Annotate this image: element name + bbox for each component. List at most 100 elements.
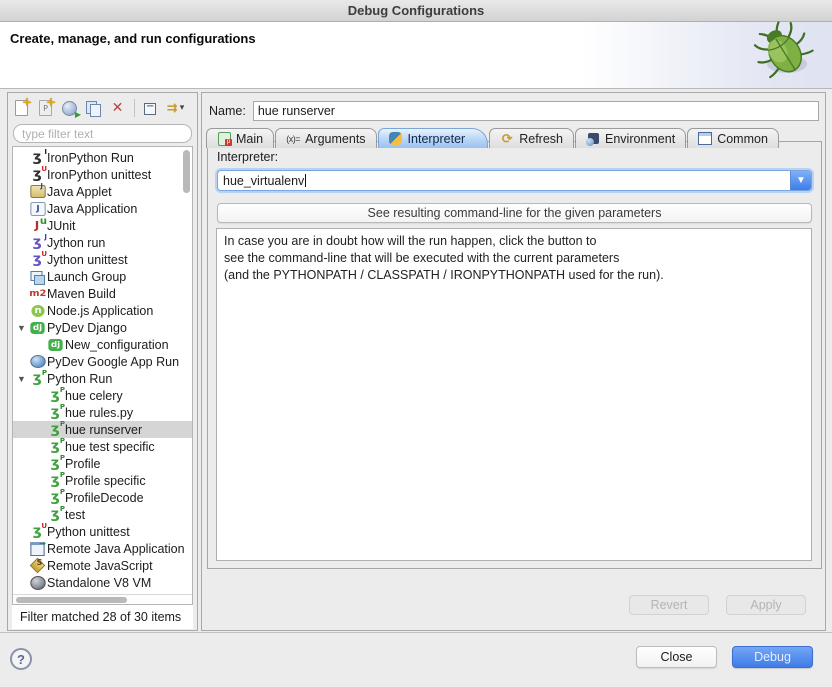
filter-field[interactable] xyxy=(13,124,192,143)
traffic-light-icon[interactable] xyxy=(49,5,61,17)
traffic-light-icon[interactable] xyxy=(29,5,41,17)
tree-item[interactable]: PyDev Google App Run xyxy=(13,353,192,370)
tree-item[interactable]: ProfileDecode xyxy=(13,489,192,506)
ironpython-run-icon xyxy=(30,151,45,165)
window-title: Debug Configurations xyxy=(0,3,832,18)
tree-item[interactable]: PyDev Django xyxy=(13,319,192,336)
scrollbar-thumb[interactable] xyxy=(16,597,127,603)
python-run-icon xyxy=(30,372,45,386)
duplicate-config-icon[interactable] xyxy=(84,99,103,118)
info-line: see the command-line that will be execut… xyxy=(224,250,804,267)
tree-item[interactable]: IronPython Run xyxy=(13,149,192,166)
chevron-down-icon[interactable]: ▼ xyxy=(790,171,811,190)
expand-arrow-icon[interactable] xyxy=(17,323,30,333)
configuration-detail-panel: Name: hue runserver Main Arguments xyxy=(201,92,826,631)
close-button[interactable]: Close xyxy=(636,646,717,668)
tree-item[interactable]: New_configuration xyxy=(13,336,192,353)
tree-item[interactable]: Launch Group xyxy=(13,268,192,285)
nodejs-icon xyxy=(30,304,45,318)
info-line: In case you are in doubt how will the ru… xyxy=(224,233,804,250)
collapse-all-icon[interactable] xyxy=(142,99,161,118)
separator-icon[interactable] xyxy=(134,99,135,117)
config-tree: IronPython Run IronPython unittest Java … xyxy=(13,147,192,591)
jython-unittest-icon xyxy=(30,253,45,267)
tree-item[interactable]: Python unittest xyxy=(13,523,192,540)
remote-java-icon xyxy=(30,542,45,556)
interpreter-combobox[interactable]: hue_virtualenv ▼ xyxy=(217,170,812,191)
revert-button[interactable]: Revert xyxy=(629,595,709,615)
tree-item[interactable]: hue test specific xyxy=(13,438,192,455)
tree-item[interactable]: Node.js Application xyxy=(13,302,192,319)
refresh-tab-icon xyxy=(500,132,514,145)
config-tabs: Main Arguments Interpreter Refresh xyxy=(202,126,825,148)
info-line: (and the PYTHONPATH / CLASSPATH / IRONPY… xyxy=(224,267,804,284)
tree-item[interactable]: Profile xyxy=(13,455,192,472)
v8-icon xyxy=(30,576,45,590)
dialog-footer: ? Close Debug xyxy=(0,632,832,687)
tree-item[interactable]: hue runserver xyxy=(13,421,192,438)
filter-config-icon[interactable] xyxy=(166,99,185,118)
tree-item[interactable]: Remote JavaScript xyxy=(13,557,192,574)
header-banner: Create, manage, and run configurations xyxy=(0,22,832,89)
filter-status: Filter matched 28 of 30 items xyxy=(12,605,193,629)
name-label: Name: xyxy=(209,104,246,118)
remote-js-icon xyxy=(30,559,45,573)
tab[interactable]: Environment xyxy=(575,128,686,148)
tree-item[interactable]: Jython unittest xyxy=(13,251,192,268)
tab[interactable]: Refresh xyxy=(489,128,574,148)
new-prototype-icon[interactable] xyxy=(36,99,55,118)
tree-item[interactable]: hue celery xyxy=(13,387,192,404)
tree-vertical-scrollbar[interactable] xyxy=(183,150,190,193)
command-line-info-text: In case you are in doubt how will the ru… xyxy=(216,228,812,561)
tree-item[interactable]: Maven Build xyxy=(13,285,192,302)
arguments-tab-icon xyxy=(286,132,300,145)
page-title: Create, manage, and run configurations xyxy=(10,31,256,46)
interpreter-value[interactable]: hue_virtualenv xyxy=(218,171,790,190)
tree-item[interactable]: Standalone V8 VM xyxy=(13,574,192,591)
environment-tab-icon xyxy=(586,132,600,145)
traffic-light-icon[interactable] xyxy=(9,5,21,17)
tree-item[interactable]: Python Run xyxy=(13,370,192,387)
tree-item[interactable]: Profile specific xyxy=(13,472,192,489)
apply-button[interactable]: Apply xyxy=(726,595,806,615)
see-command-line-button[interactable]: See resulting command-line for the given… xyxy=(217,203,812,223)
pydev-django-icon xyxy=(30,321,45,335)
interpreter-tab-icon xyxy=(389,132,403,145)
tree-item[interactable]: Jython run xyxy=(13,234,192,251)
tab[interactable]: Common xyxy=(687,128,779,148)
help-button[interactable]: ? xyxy=(10,648,32,670)
filter-input[interactable] xyxy=(22,127,183,141)
debug-button[interactable]: Debug xyxy=(732,646,813,668)
title-bar: Debug Configurations xyxy=(0,0,832,22)
pydev-gae-icon xyxy=(30,355,45,369)
export-config-icon[interactable] xyxy=(60,99,79,118)
tree-horizontal-scrollbar[interactable] xyxy=(13,594,192,604)
java-application-icon xyxy=(30,202,45,216)
config-tree-container: IronPython Run IronPython unittest Java … xyxy=(12,146,193,605)
dialog-content: IronPython Run IronPython unittest Java … xyxy=(0,90,832,632)
delete-config-icon[interactable] xyxy=(108,99,127,118)
tab[interactable]: Interpreter xyxy=(378,128,489,148)
tree-item[interactable]: Java Application xyxy=(13,200,192,217)
tree-item[interactable]: JUnit xyxy=(13,217,192,234)
new-config-icon[interactable] xyxy=(12,99,31,118)
jython-run-icon xyxy=(30,236,45,250)
name-input[interactable]: hue runserver xyxy=(253,101,819,121)
configurations-sidebar: IronPython Run IronPython unittest Java … xyxy=(7,92,198,631)
tree-item[interactable]: test xyxy=(13,506,192,523)
tree-item[interactable]: Java Applet xyxy=(13,183,192,200)
tab[interactable]: Main xyxy=(206,128,274,148)
python-run-icon xyxy=(48,389,63,403)
python-run-icon xyxy=(48,406,63,420)
main-tab-icon xyxy=(217,132,231,145)
tree-item[interactable]: IronPython unittest xyxy=(13,166,192,183)
ironpython-unittest-icon xyxy=(30,168,45,182)
interpreter-tab-content: Interpreter: hue_virtualenv ▼ See result… xyxy=(207,141,822,569)
expand-arrow-icon[interactable] xyxy=(17,374,30,384)
python-run-icon xyxy=(48,491,63,505)
tree-item[interactable]: Remote Java Application xyxy=(13,540,192,557)
tree-item[interactable]: hue rules.py xyxy=(13,404,192,421)
tab[interactable]: Arguments xyxy=(275,128,376,148)
python-run-icon xyxy=(48,474,63,488)
python-run-icon xyxy=(48,440,63,454)
